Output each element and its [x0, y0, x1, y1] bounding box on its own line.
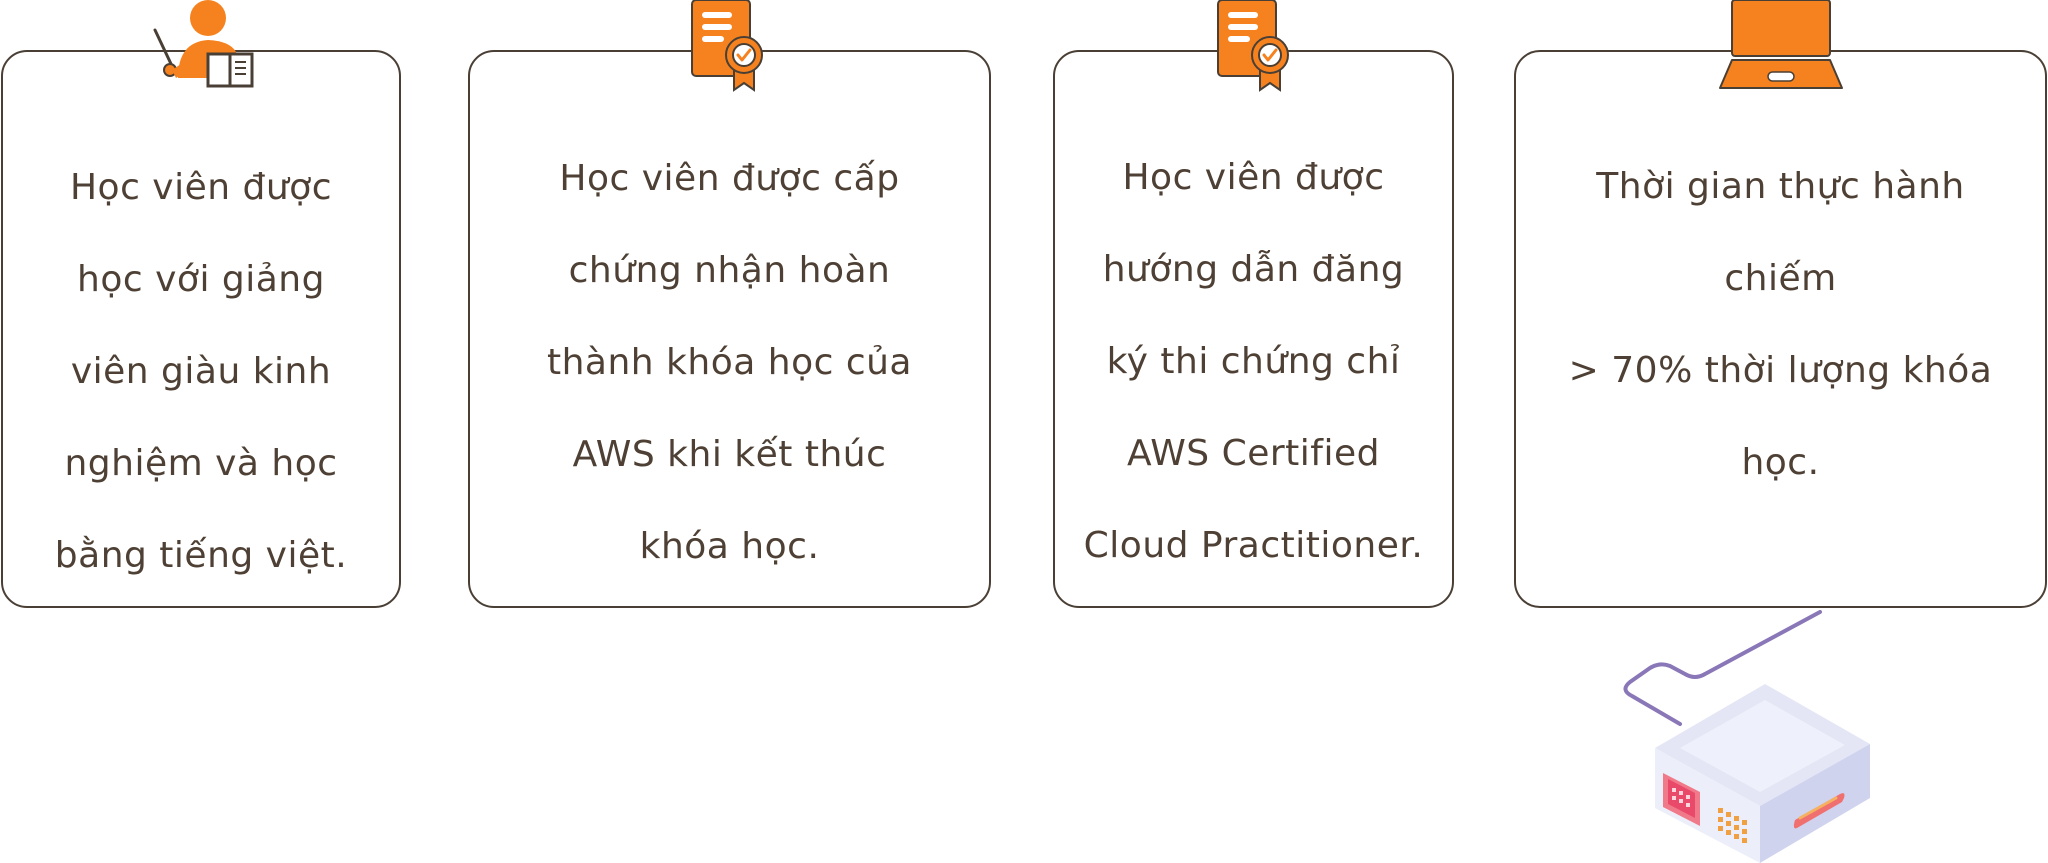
feature-card-practice-time: Thời gian thực hành chiếm > 70% thời lượ… — [1514, 50, 2047, 608]
certificate-icon — [1217, 0, 1289, 92]
card-line: viên giàu kinh — [70, 351, 332, 392]
card-text: Học viên được hướng dẫn đăng ký thi chứn… — [1055, 132, 1452, 592]
feature-card-certificate: Học viên được cấp chứng nhận hoàn thành … — [468, 50, 991, 608]
card-line: Cloud Practitioner. — [1083, 525, 1424, 566]
card-text: Học viên được học với giảng viên giàu ki… — [3, 142, 399, 602]
card-line: khóa học. — [639, 526, 820, 567]
card-line: bằng tiếng việt. — [54, 535, 348, 576]
card-text: Thời gian thực hành chiếm > 70% thời lượ… — [1516, 141, 2045, 509]
certificate-icon — [691, 0, 763, 92]
laptop-icon — [1719, 0, 1843, 89]
card-line: Học viên được cấp — [559, 158, 900, 199]
card-line: Học viên được — [1122, 157, 1385, 198]
card-line: chứng nhận hoàn — [568, 250, 891, 291]
card-line: thành khóa học của — [546, 342, 912, 383]
card-line: Học viên được — [69, 167, 333, 208]
card-line: > 70% thời lượng khóa — [1568, 350, 1993, 391]
feature-card-instructor: Học viên được học với giảng viên giàu ki… — [1, 50, 401, 608]
card-line: học. — [1741, 442, 1820, 483]
card-line: Thời gian thực hành — [1596, 166, 1965, 207]
card-line: AWS Certified — [1127, 433, 1380, 474]
card-line: nghiệm và học — [64, 443, 338, 484]
card-text: Học viên được cấp chứng nhận hoàn thành … — [470, 133, 989, 593]
card-line: ký thi chứng chỉ — [1106, 341, 1401, 382]
feature-card-exam-guidance: Học viên được hướng dẫn đăng ký thi chứn… — [1053, 50, 1454, 608]
card-line: học với giảng — [77, 259, 325, 300]
card-line: hướng dẫn đăng — [1102, 249, 1405, 290]
card-line: AWS khi kết thúc — [572, 434, 887, 475]
server-illustration — [1623, 610, 1870, 863]
card-line: chiếm — [1724, 258, 1837, 299]
teacher-icon — [153, 0, 254, 88]
